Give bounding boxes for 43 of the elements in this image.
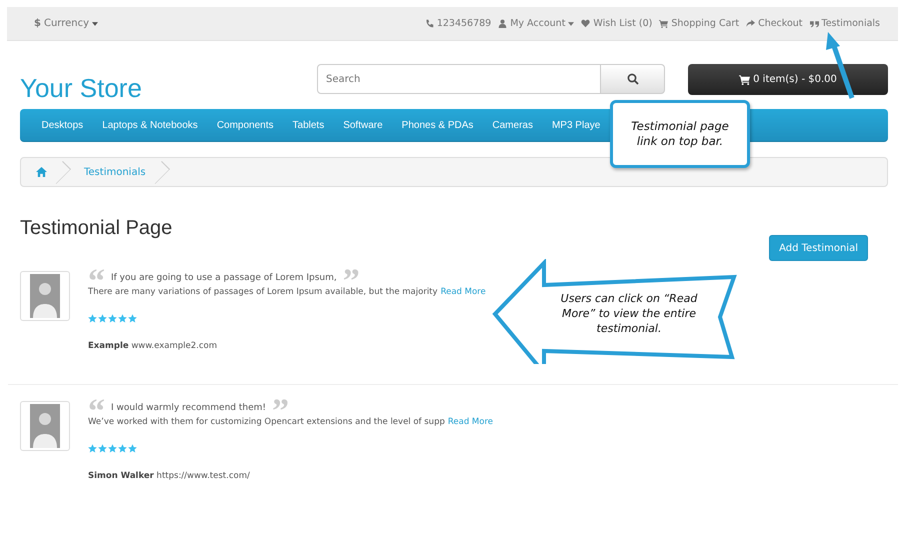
page-title: Testimonial Page: [20, 217, 172, 240]
photo-placeholder: [30, 274, 60, 318]
heart-icon: [581, 19, 590, 28]
menu-item[interactable]: Desktops: [32, 120, 93, 130]
author-line: Example www.example2.com: [88, 341, 218, 351]
photo-placeholder: [30, 404, 60, 448]
user-icon: [498, 19, 508, 28]
top-bar-link[interactable]: Checkout: [746, 18, 803, 29]
menu-item[interactable]: Tablets: [283, 120, 334, 130]
menu-item[interactable]: Laptops & Notebooks: [92, 120, 208, 130]
menu-item[interactable]: Components: [207, 120, 284, 130]
author-line: Simon Walker https://www.test.com/: [88, 471, 251, 481]
testimonial-headline: If you are going to use a passage of Lorem Ipsum,: [110, 273, 338, 283]
read-more-link[interactable]: Read More: [440, 287, 486, 297]
menu-item[interactable]: Software: [334, 120, 392, 130]
search-field[interactable]: Search: [317, 64, 601, 94]
menu-item[interactable]: MP3 Playe: [542, 120, 610, 130]
menu-item[interactable]: Cameras: [482, 120, 542, 130]
quote-icon: [810, 19, 819, 28]
currency-dropdown[interactable]: $ Currency: [34, 18, 98, 29]
cart-icon: [739, 74, 750, 84]
testimonial-excerpt: We’ve worked with them for customizing Opencart extensions and the level of supp: [88, 417, 445, 427]
cart-button[interactable]: 0 item(s) - $0.00: [688, 64, 888, 94]
breadcrumb-link[interactable]: Testimonials: [84, 166, 146, 178]
share-arrow-icon: [746, 19, 756, 28]
testimonial-headline: I would warmly recommend them!: [110, 403, 268, 413]
top-bar-link[interactable]: My Account: [498, 18, 574, 29]
menu-item[interactable]: Phones & PDAs: [392, 120, 483, 130]
read-more-link[interactable]: Read More: [448, 417, 494, 427]
cart-icon: [659, 19, 668, 28]
top-bar-link[interactable]: Wish List (0): [581, 18, 652, 29]
callout-bubble: Testimonial page link on top bar.: [610, 100, 750, 168]
top-bar-link[interactable]: 123456789: [424, 18, 492, 29]
top-bar-link[interactable]: Testimonials: [810, 18, 880, 29]
callout-text: Users can click on “Read More” to view the entire testimonial.: [560, 291, 698, 336]
caret-icon: [92, 22, 98, 26]
search-button[interactable]: [601, 64, 665, 94]
store-logo[interactable]: Your Store: [20, 72, 317, 104]
search-icon: [626, 73, 638, 85]
top-bar-link[interactable]: Shopping Cart: [659, 18, 740, 29]
home-icon[interactable]: [36, 167, 47, 177]
add-testimonial-button[interactable]: Add Testimonial: [769, 235, 868, 261]
phone-icon: [424, 19, 434, 28]
